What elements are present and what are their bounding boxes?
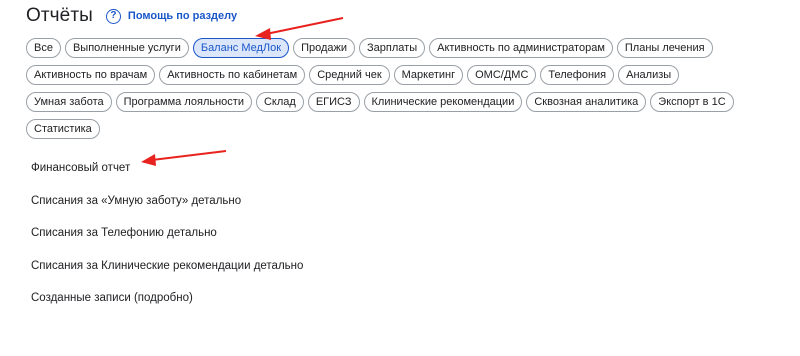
filter-chip-smart-care[interactable]: Умная забота: [26, 92, 112, 112]
filter-chip-marketing[interactable]: Маркетинг: [393, 65, 464, 85]
filter-chip-export-1c[interactable]: Экспорт в 1С: [650, 92, 734, 112]
filter-chip-sales[interactable]: Продажи: [293, 38, 356, 58]
filter-chip-analyses[interactable]: Анализы: [618, 65, 680, 85]
filter-chip-egisz[interactable]: ЕГИСЗ: [307, 92, 360, 112]
report-link-clinical-writeoffs[interactable]: Списания за Клинические рекомендации дет…: [31, 258, 303, 274]
filter-chip-all[interactable]: Все: [26, 38, 61, 58]
filter-row: Активность по врачам Активность по кабин…: [26, 65, 726, 85]
filter-row: Умная забота Программа лояльности Склад …: [26, 92, 734, 112]
help-link-label[interactable]: Помощь по разделу: [128, 10, 237, 22]
filter-chip-medlok-balance[interactable]: Баланс МедЛок: [192, 38, 290, 58]
filter-chip-room-activity[interactable]: Активность по кабинетам: [159, 65, 306, 85]
filter-chip-statistics[interactable]: Статистика: [26, 119, 100, 139]
filter-row: Статистика: [26, 119, 726, 139]
help-link[interactable]: ? Помощь по разделу: [105, 8, 237, 24]
filter-chip-clinical-recommendations[interactable]: Клинические рекомендации: [363, 92, 523, 112]
filter-chip-end-to-end-analytics[interactable]: Сквозная аналитика: [526, 92, 647, 112]
report-link-telephony-writeoffs[interactable]: Списания за Телефонию детально: [31, 225, 303, 241]
reports-page: Отчёты ? Помощь по разделу Все Выполненн…: [0, 0, 800, 356]
filter-chip-warehouse[interactable]: Склад: [255, 92, 304, 112]
report-link-financial[interactable]: Финансовый отчет: [31, 160, 303, 176]
filter-chip-treatment-plans[interactable]: Планы лечения: [616, 38, 713, 58]
filter-chip-average-check[interactable]: Средний чек: [309, 65, 390, 85]
question-circle-icon[interactable]: ?: [105, 8, 121, 24]
page-title: Отчёты: [26, 5, 93, 26]
filter-chip-loyalty-program[interactable]: Программа лояльности: [115, 92, 252, 112]
page-header: Отчёты ? Помощь по разделу: [26, 3, 237, 29]
filter-chip-oms-dms[interactable]: ОМС/ДМС: [467, 65, 537, 85]
report-link-created-appointments[interactable]: Созданные записи (подробно): [31, 290, 303, 306]
filter-chip-doctor-activity[interactable]: Активность по врачам: [26, 65, 156, 85]
report-category-filters: Все Выполненные услуги Баланс МедЛок Про…: [26, 38, 734, 146]
filter-chip-admin-activity[interactable]: Активность по администраторам: [429, 38, 613, 58]
filter-chip-salaries[interactable]: Зарплаты: [359, 38, 426, 58]
filter-chip-telephony[interactable]: Телефония: [540, 65, 615, 85]
arrow-to-active-chip: [255, 17, 344, 40]
report-list: Финансовый отчет Списания за «Умную забо…: [31, 160, 303, 323]
report-link-smart-care-writeoffs[interactable]: Списания за «Умную заботу» детально: [31, 193, 303, 209]
filter-row: Все Выполненные услуги Баланс МедЛок Про…: [26, 38, 726, 58]
arrow-line: [151, 150, 227, 161]
arrow-line: [265, 17, 344, 35]
filter-chip-completed-services[interactable]: Выполненные услуги: [64, 38, 189, 58]
